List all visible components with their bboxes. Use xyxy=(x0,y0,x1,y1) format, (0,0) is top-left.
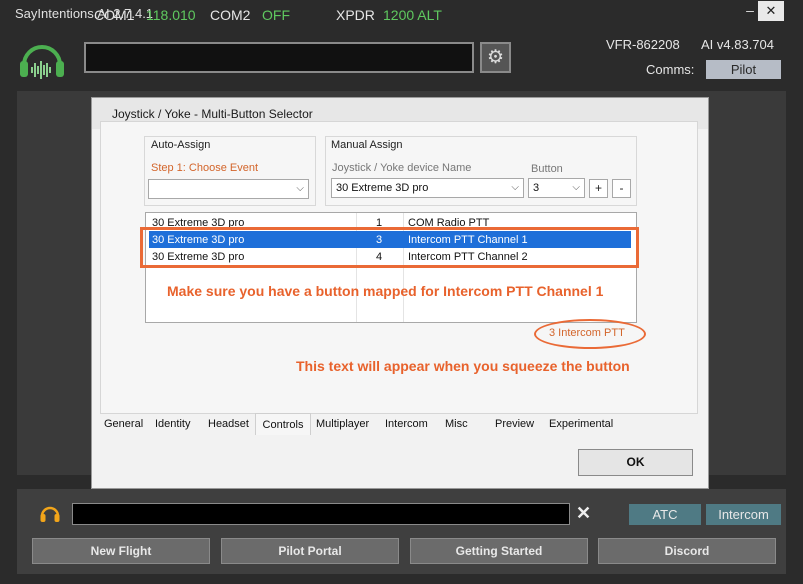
annotation-status-hint: This text will appear when you squeeze t… xyxy=(296,358,630,374)
close-window-button[interactable]: ✕ xyxy=(758,1,784,21)
tab-headset[interactable]: Headset xyxy=(208,418,249,430)
tab-general[interactable]: General xyxy=(104,418,143,430)
com2-frequency: OFF xyxy=(262,7,290,23)
ai-version: AI v4.83.704 xyxy=(701,37,774,52)
com1-label: COM1 xyxy=(94,7,135,23)
comms-label: Comms: xyxy=(646,62,695,77)
device-name-label: Joystick / Yoke device Name xyxy=(332,162,472,174)
settings-button[interactable]: ⚙ xyxy=(480,42,511,73)
getting-started-button[interactable]: Getting Started xyxy=(410,538,588,564)
button-label: Button xyxy=(531,163,563,175)
ok-button[interactable]: OK xyxy=(578,449,693,476)
step1-label: Step 1: Choose Event xyxy=(151,162,259,174)
device-select[interactable]: 30 Extreme 3D pro ⌵ xyxy=(331,178,524,198)
chevron-down-icon: ⌵ xyxy=(296,183,304,194)
radio-panel xyxy=(84,42,474,73)
headset-logo-icon xyxy=(17,39,67,81)
tab-experimental[interactable]: Experimental xyxy=(549,418,613,430)
clear-message-button[interactable]: ✕ xyxy=(576,503,592,524)
xpdr-label: XPDR xyxy=(336,7,375,23)
chevron-down-icon: ⌵ xyxy=(511,182,519,193)
button-select[interactable]: 3 ⌵ xyxy=(528,178,585,198)
tab-preview[interactable]: Preview xyxy=(495,418,534,430)
manual-assign-heading: Manual Assign xyxy=(331,139,403,151)
xpdr-code: 1200 ALT xyxy=(383,7,442,23)
remove-mapping-button[interactable]: - xyxy=(612,179,631,198)
intercom-button[interactable]: Intercom xyxy=(706,504,781,525)
button-status-text: 3 Intercom PTT xyxy=(549,327,625,339)
pilot-portal-button[interactable]: Pilot Portal xyxy=(221,538,399,564)
highlight-box xyxy=(140,227,639,268)
headset-icon[interactable] xyxy=(39,503,61,525)
chevron-down-icon: ⌵ xyxy=(572,182,580,193)
callsign: VFR-862208 xyxy=(606,37,680,52)
annotation-mapping-hint: Make sure you have a button mapped for I… xyxy=(167,283,604,299)
tab-multiplayer[interactable]: Multiplayer xyxy=(316,418,369,430)
com1-frequency: 118.010 xyxy=(146,7,196,23)
tab-controls[interactable]: Controls xyxy=(255,413,311,435)
comms-pilot-button[interactable]: Pilot xyxy=(706,60,781,79)
tab-identity[interactable]: Identity xyxy=(155,418,190,430)
new-flight-button[interactable]: New Flight xyxy=(32,538,210,564)
event-select[interactable]: ⌵ xyxy=(148,179,309,199)
message-input[interactable] xyxy=(72,503,570,525)
tab-intercom[interactable]: Intercom xyxy=(385,418,428,430)
com2-label: COM2 xyxy=(210,7,251,23)
discord-button[interactable]: Discord xyxy=(598,538,776,564)
atc-button[interactable]: ATC xyxy=(629,504,701,525)
add-mapping-button[interactable]: + xyxy=(589,179,608,198)
auto-assign-heading: Auto-Assign xyxy=(151,139,211,151)
tab-misc[interactable]: Misc xyxy=(445,418,468,430)
gear-icon: ⚙ xyxy=(486,47,505,68)
